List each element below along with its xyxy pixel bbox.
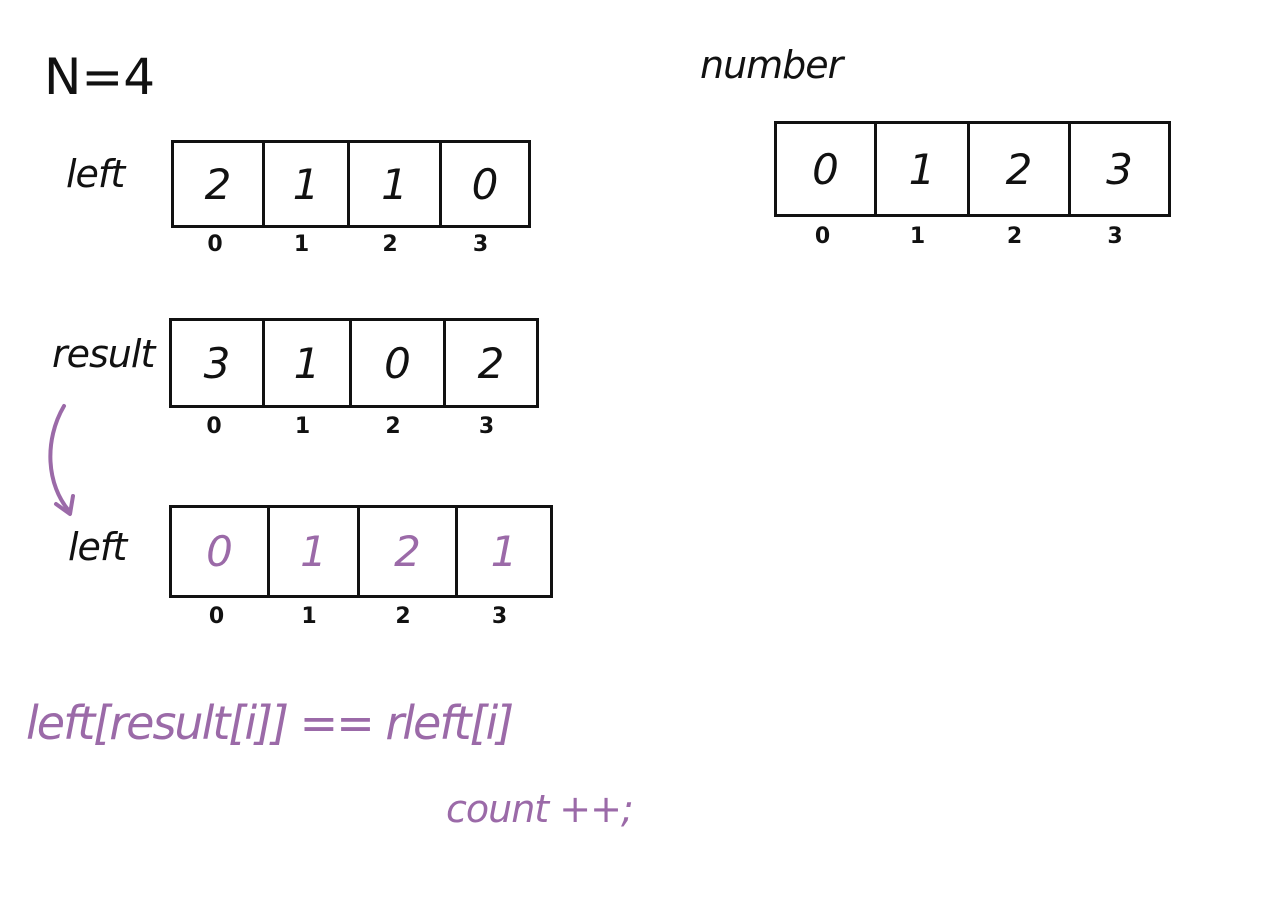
- rleft-cell: 1: [455, 508, 550, 595]
- result-cell: 1: [262, 321, 349, 405]
- result-cell: 3: [203, 338, 231, 388]
- index-label: 0: [208, 604, 225, 629]
- result-array: 3 1 0 2: [169, 318, 539, 408]
- left-cell: 0: [439, 143, 528, 225]
- left-array-indices: 0 1 2 3: [171, 232, 525, 257]
- result-array-indices: 0 1 2 3: [169, 414, 533, 439]
- rleft-array-indices: 0 1 2 3: [169, 604, 547, 629]
- number-cell: 3: [1068, 124, 1168, 214]
- left-cell: 1: [262, 143, 347, 225]
- number-cell: 1: [874, 124, 967, 214]
- rleft-cell: 1: [267, 508, 357, 595]
- index-label: 2: [382, 232, 398, 257]
- number-cell: 0: [812, 144, 839, 194]
- rleft-array-label: left: [68, 525, 127, 569]
- index-label: 0: [207, 232, 223, 257]
- rleft-cell: 2: [357, 508, 455, 595]
- index-label: 1: [909, 224, 926, 249]
- index-label: 1: [294, 414, 311, 439]
- curved-arrow-icon: [48, 404, 75, 516]
- index-label: 2: [395, 604, 411, 629]
- left-cell: 1: [347, 143, 439, 225]
- left-array-label: left: [66, 152, 125, 196]
- number-array-label: number: [700, 43, 843, 87]
- index-label: 2: [1006, 224, 1023, 249]
- number-array: 0 1 2 3: [774, 121, 1171, 217]
- count-increment-note: count ++;: [446, 787, 634, 831]
- n-equals-label: N=4: [44, 48, 156, 106]
- index-label: 1: [293, 232, 310, 257]
- rleft-cell: 0: [206, 527, 233, 576]
- index-label: 2: [385, 414, 401, 439]
- index-label: 0: [206, 414, 222, 439]
- result-array-label: result: [52, 332, 155, 376]
- left-cell: 2: [204, 159, 232, 209]
- rleft-array: 0 1 2 1: [169, 505, 553, 598]
- result-cell: 0: [349, 321, 443, 405]
- left-array: 2 1 1 0: [171, 140, 531, 228]
- result-cell: 2: [443, 321, 536, 405]
- index-label: 3: [478, 414, 495, 439]
- index-label: 3: [1107, 224, 1123, 249]
- index-label: 1: [301, 604, 317, 629]
- number-cell: 2: [967, 124, 1068, 214]
- index-label: 3: [472, 232, 489, 257]
- index-label: 0: [814, 224, 831, 249]
- comparison-formula: left[result[i]] == rleft[i]: [26, 696, 514, 750]
- number-array-indices: 0 1 2 3: [774, 224, 1165, 249]
- index-label: 3: [491, 604, 508, 629]
